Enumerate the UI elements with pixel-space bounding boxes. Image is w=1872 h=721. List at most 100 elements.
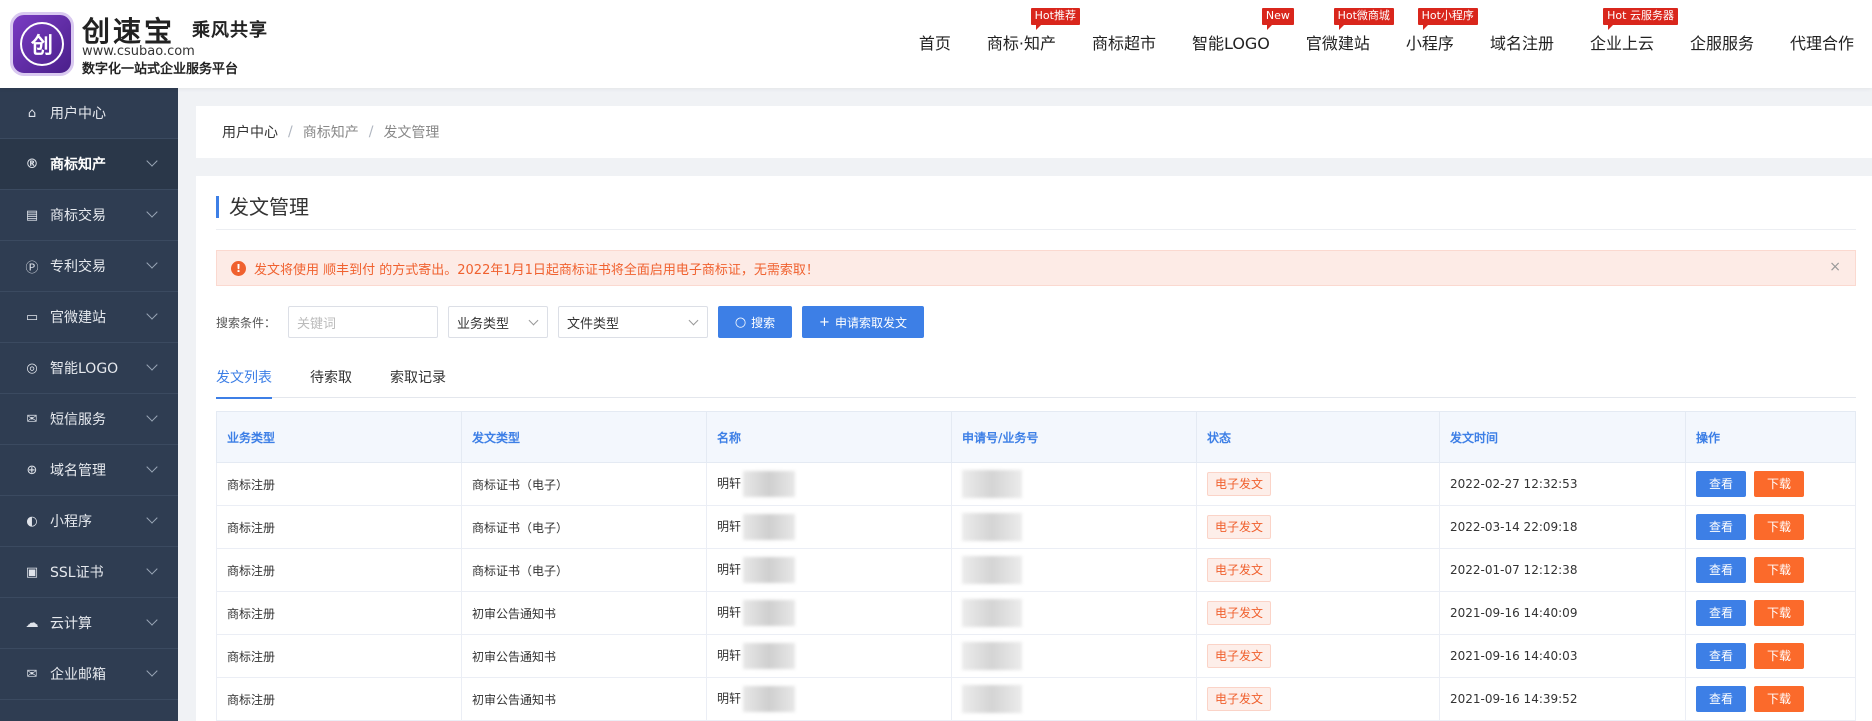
file-type-select[interactable]: 文件类型 xyxy=(558,306,708,338)
nav-item-enterprise-service[interactable]: 企服服务 xyxy=(1672,0,1772,88)
breadcrumb: 用户中心 / 商标知产 / 发文管理 xyxy=(196,106,1872,158)
redacted-block xyxy=(962,685,1022,713)
cell-time: 2022-02-27 12:32:53 xyxy=(1439,462,1686,506)
cell-name: 明轩 xyxy=(706,505,952,549)
download-button[interactable]: 下载 xyxy=(1754,643,1804,669)
table-row: 商标注册 商标证书（电子） 明轩 电子发文 2022-03-14 22:09:1… xyxy=(216,505,1856,549)
cart-icon: ▤ xyxy=(25,207,39,223)
brand-name-secondary: 乘风共享 xyxy=(192,20,268,41)
sidebar-item-cloud[interactable]: ☁ 云计算 xyxy=(0,598,178,649)
name-prefix: 明轩 xyxy=(717,605,742,620)
cell-app-number xyxy=(951,548,1197,592)
brand-logo[interactable]: 创 xyxy=(10,12,74,76)
business-type-select[interactable]: 业务类型 xyxy=(448,306,548,338)
search-icon: ○ xyxy=(734,314,747,330)
search-button[interactable]: ○ 搜索 xyxy=(718,306,792,338)
sidebar-item-label: 商标交易 xyxy=(50,208,106,224)
view-button[interactable]: 查看 xyxy=(1696,471,1746,497)
main-panel: 发文管理 ! 发文将使用 顺丰到付 的方式寄出。2022年1月1日起商标证书将全… xyxy=(196,176,1872,721)
cell-business: 商标注册 xyxy=(216,591,462,635)
nav-item-home[interactable]: 首页 xyxy=(901,0,969,88)
plus-icon: + xyxy=(819,314,830,330)
status-badge: 电子发文 xyxy=(1207,687,1272,711)
main-nav: 首页 商标·知产 Hot推荐 商标超市 智能LOGO New 官微建站 Hot微商城 … xyxy=(901,0,1872,88)
business-type-value: 业务类型 xyxy=(457,316,510,332)
view-button[interactable]: 查看 xyxy=(1696,686,1746,712)
cell-status: 电子发文 xyxy=(1196,462,1440,506)
status-badge: 电子发文 xyxy=(1207,644,1272,668)
globe-icon: ⊕ xyxy=(26,462,38,478)
nav-item-partner[interactable]: 代理合作 xyxy=(1772,0,1872,88)
cell-time: 2021-09-16 14:39:52 xyxy=(1439,677,1686,721)
nav-item-label: 商标·知产 xyxy=(986,34,1056,53)
nav-item-smart-logo[interactable]: 智能LOGO New xyxy=(1174,0,1294,88)
redacted-block xyxy=(962,556,1022,584)
sidebar: ⌂ 用户中心 ® 商标知产 ▤ 商标交易 Ⓟ 专利交易 ▭ 官微建站 ◎ 智能L… xyxy=(0,88,178,721)
download-button[interactable]: 下载 xyxy=(1754,514,1804,540)
redacted-block xyxy=(962,470,1022,498)
sidebar-item-trademark[interactable]: ® 商标知产 xyxy=(0,139,178,190)
view-button[interactable]: 查看 xyxy=(1696,643,1746,669)
download-button[interactable]: 下载 xyxy=(1754,686,1804,712)
home-icon: ⌂ xyxy=(27,105,37,121)
view-button[interactable]: 查看 xyxy=(1696,557,1746,583)
sidebar-item-label: 商标知产 xyxy=(50,157,106,173)
redacted-block xyxy=(743,557,796,583)
cell-doc-type: 商标证书（电子） xyxy=(461,505,707,549)
apply-request-button[interactable]: + 申请索取发文 xyxy=(802,306,924,338)
nav-item-miniapp[interactable]: 小程序 Hot小程序 xyxy=(1388,0,1478,88)
sidebar-item-tm-trade[interactable]: ▤ 商标交易 xyxy=(0,190,178,241)
keyword-input[interactable]: 关键词 xyxy=(288,306,438,338)
tab-request-records[interactable]: 索取记录 xyxy=(390,366,446,398)
nav-item-trademark[interactable]: 商标·知产 Hot推荐 xyxy=(969,0,1080,88)
sidebar-item-email[interactable]: ✉ 企业邮箱 xyxy=(0,649,178,700)
chevron-down-icon xyxy=(146,257,158,269)
sidebar-item-sms[interactable]: ✉ 短信服务 xyxy=(0,394,178,445)
sidebar-item-miniapp[interactable]: ◐ 小程序 xyxy=(0,496,178,547)
nav-item-tm-market[interactable]: 商标超市 xyxy=(1074,0,1174,88)
nav-item-label: 商标超市 xyxy=(1091,34,1156,53)
column-header: 发文时间 xyxy=(1439,411,1686,463)
breadcrumb-separator: / xyxy=(288,124,293,140)
tab-document-list[interactable]: 发文列表 xyxy=(216,366,272,399)
nav-item-website[interactable]: 官微建站 Hot微商城 xyxy=(1288,0,1394,88)
cell-app-number xyxy=(951,591,1197,635)
cell-name: 明轩 xyxy=(706,677,952,721)
envelope-icon: ✉ xyxy=(26,666,38,682)
document-table: 业务类型 发文类型 名称 申请号/业务号 状态 发文时间 操作 商标注册 商标证… xyxy=(216,411,1856,721)
chevron-down-icon xyxy=(688,315,699,326)
tab-pending-request[interactable]: 待索取 xyxy=(310,366,352,398)
redacted-block xyxy=(743,600,796,626)
sidebar-item-website[interactable]: ▭ 官微建站 xyxy=(0,292,178,343)
download-button[interactable]: 下载 xyxy=(1754,471,1804,497)
download-button[interactable]: 下载 xyxy=(1754,600,1804,626)
view-button[interactable]: 查看 xyxy=(1696,514,1746,540)
nav-item-domain[interactable]: 域名注册 xyxy=(1472,0,1572,88)
breadcrumb-item[interactable]: 用户中心 xyxy=(222,122,278,142)
nav-item-label: 智能LOGO xyxy=(1191,34,1270,53)
chevron-down-icon xyxy=(528,315,539,326)
cell-time: 2021-09-16 14:40:03 xyxy=(1439,634,1686,678)
sidebar-item-smart-logo[interactable]: ◎ 智能LOGO xyxy=(0,343,178,394)
nav-badge: Hot微商城 xyxy=(1333,8,1394,30)
warning-icon: ! xyxy=(231,260,246,276)
view-button[interactable]: 查看 xyxy=(1696,600,1746,626)
breadcrumb-item[interactable]: 商标知产 xyxy=(303,122,359,142)
divider xyxy=(216,229,1856,230)
cell-business: 商标注册 xyxy=(216,634,462,678)
sidebar-item-ssl[interactable]: ▣ SSL证书 xyxy=(0,547,178,598)
sidebar-item-patent-trade[interactable]: Ⓟ 专利交易 xyxy=(0,241,178,292)
sidebar-item-domain[interactable]: ⊕ 域名管理 xyxy=(0,445,178,496)
chevron-down-icon xyxy=(146,461,158,473)
search-label: 搜索条件： xyxy=(216,315,277,330)
close-icon[interactable]: × xyxy=(1829,259,1841,275)
cell-business: 商标注册 xyxy=(216,677,462,721)
search-bar: 搜索条件： 关键词 业务类型 文件类型 ○ 搜索 + 申请索取发文 xyxy=(216,306,934,338)
cell-actions: 查看 下载 xyxy=(1685,591,1856,635)
nav-item-cloud[interactable]: 企业上云 Hot 云服务器 xyxy=(1572,0,1678,88)
redacted-block xyxy=(743,643,796,669)
page-title: 发文管理 xyxy=(216,196,309,218)
download-button[interactable]: 下载 xyxy=(1754,557,1804,583)
sidebar-item-user-center[interactable]: ⌂ 用户中心 xyxy=(0,88,178,139)
cell-doc-type: 初审公告通知书 xyxy=(461,591,707,635)
